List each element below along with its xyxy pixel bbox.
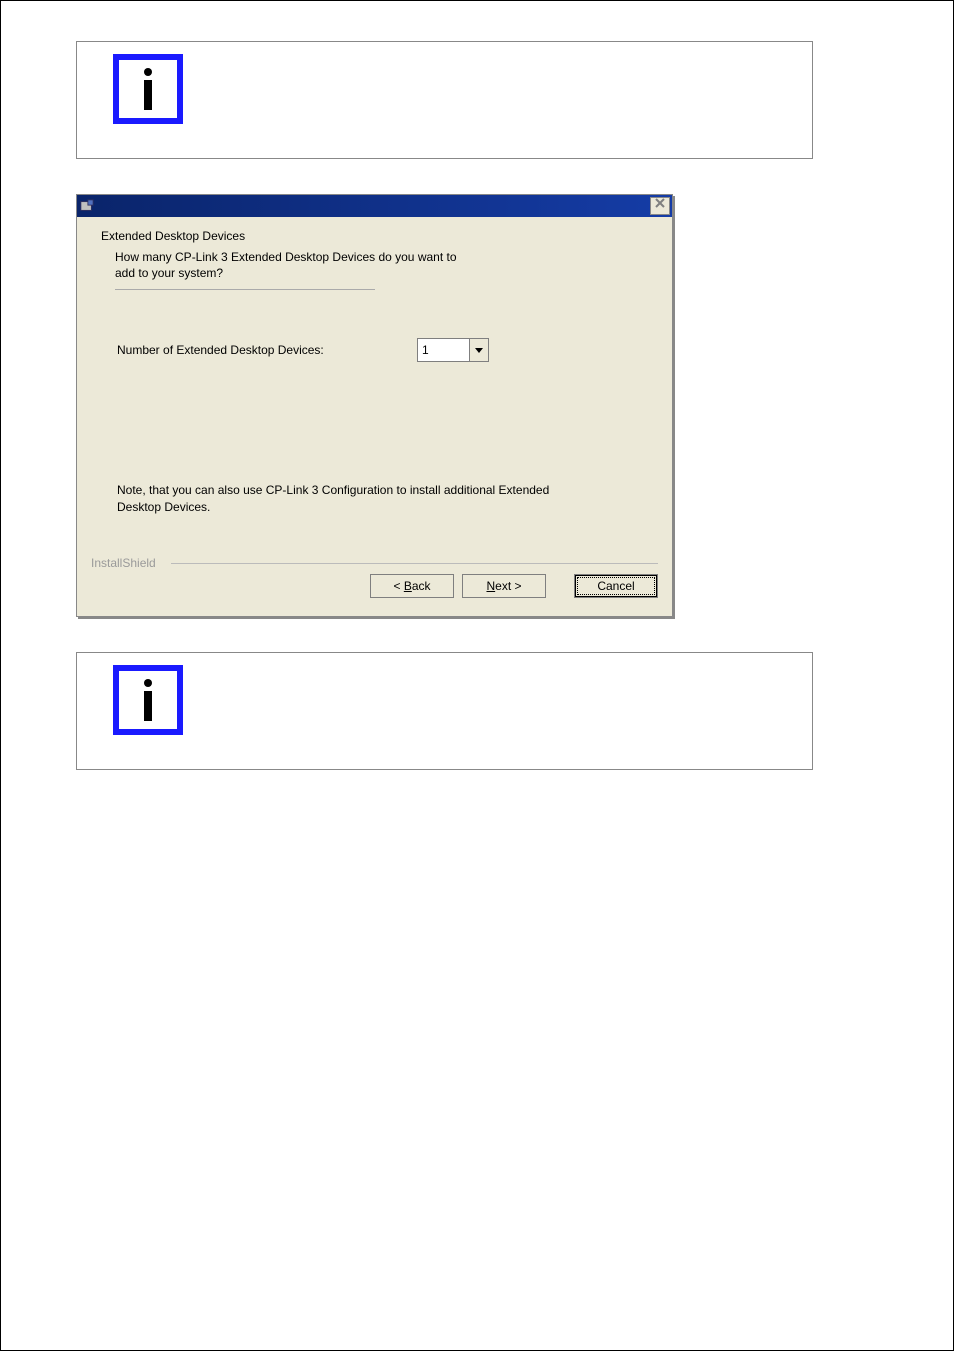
info-note-bottom	[76, 652, 813, 770]
info-icon-i	[119, 60, 177, 118]
info-note-top	[76, 41, 813, 159]
back-accel: B	[404, 579, 412, 593]
info-icon-i	[119, 671, 177, 729]
header-divider	[115, 289, 375, 290]
close-button[interactable]	[650, 197, 670, 215]
back-button[interactable]: < Back	[370, 574, 454, 598]
titlebar	[77, 195, 672, 217]
next-button[interactable]: Next >	[462, 574, 546, 598]
dialog-title: Extended Desktop Devices	[101, 229, 648, 243]
info-icon	[113, 54, 183, 124]
installshield-brand: InstallShield	[91, 556, 156, 570]
dialog-body-note: Note, that you can also use CP-Link 3 Co…	[117, 482, 577, 514]
device-count-row: Number of Extended Desktop Devices: 1	[117, 338, 632, 362]
footer-divider	[171, 563, 658, 564]
dialog-subtitle: How many CP-Link 3 Extended Desktop Devi…	[115, 249, 475, 281]
device-count-label: Number of Extended Desktop Devices:	[117, 342, 377, 358]
button-row: < Back Next > Cancel	[91, 574, 658, 598]
installer-icon	[79, 198, 95, 214]
dialog-body: Number of Extended Desktop Devices: 1 No…	[77, 298, 672, 548]
dialog-footer: InstallShield < Back Next > Cancel	[77, 548, 672, 616]
next-suffix: ext >	[495, 579, 521, 593]
page-root: Extended Desktop Devices How many CP-Lin…	[0, 0, 954, 1351]
chevron-down-icon[interactable]	[469, 339, 488, 361]
dialog-wrap: Extended Desktop Devices How many CP-Lin…	[76, 194, 913, 617]
info-icon	[113, 665, 183, 735]
back-prefix: <	[393, 579, 403, 593]
dialog-header: Extended Desktop Devices How many CP-Lin…	[77, 217, 672, 298]
device-count-select[interactable]: 1	[417, 338, 489, 362]
next-accel: N	[486, 579, 495, 593]
device-count-value: 1	[418, 343, 469, 357]
install-dialog: Extended Desktop Devices How many CP-Lin…	[76, 194, 673, 617]
back-suffix: ack	[412, 579, 431, 593]
footer-line: InstallShield	[91, 554, 658, 568]
cancel-button[interactable]: Cancel	[574, 574, 658, 598]
